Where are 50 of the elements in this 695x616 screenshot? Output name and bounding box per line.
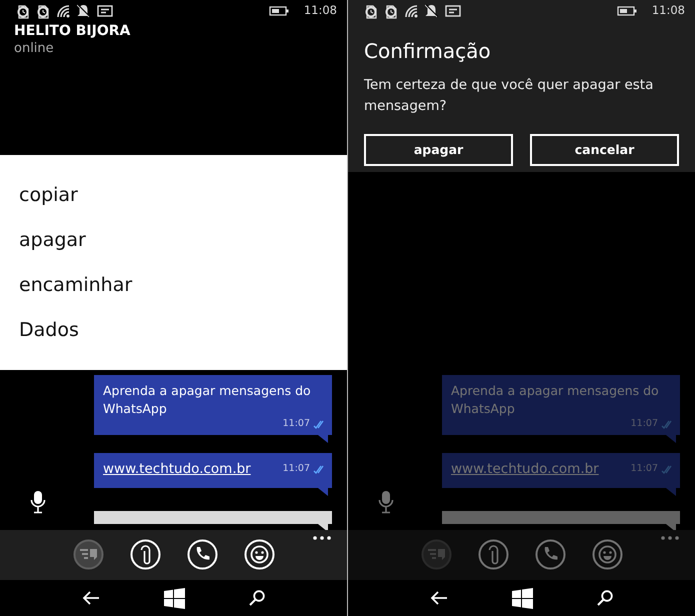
phone-icon[interactable] (186, 539, 218, 570)
windows-icon[interactable] (512, 588, 533, 608)
signal-icon (56, 4, 70, 18)
paperclip-icon[interactable] (130, 539, 160, 570)
search-icon[interactable] (597, 590, 613, 606)
double-check-icon (661, 418, 672, 428)
message-icon (445, 5, 461, 17)
delete-button[interactable]: apagar (364, 134, 513, 166)
dialog-message: Tem certeza de que você quer apagar esta mensagem? (364, 76, 654, 116)
message-time: 11:07 (630, 462, 658, 476)
back-icon[interactable] (82, 591, 100, 605)
double-check-icon (313, 418, 324, 428)
paperclip-icon[interactable] (478, 539, 508, 570)
dialog-title: Confirmação (364, 38, 492, 65)
menu-item[interactable]: copiar (0, 172, 97, 217)
sync-icon (36, 4, 49, 18)
back-icon[interactable] (430, 591, 448, 605)
double-check-icon (661, 464, 672, 474)
status-time: 11:08 (304, 2, 337, 20)
search-icon[interactable] (249, 590, 265, 606)
message-link[interactable]: www.techtudo.com.br (103, 460, 251, 478)
message-text: Aprenda a apagar mensagens do WhatsApp (451, 382, 660, 418)
microphone-icon (30, 490, 46, 514)
contact-name: HELITO BIJORA (14, 22, 132, 40)
contact-status: online (14, 40, 55, 58)
message-icon (97, 5, 113, 17)
microphone-icon (378, 490, 394, 514)
muted-bell-icon (425, 4, 438, 18)
sync-icon (364, 4, 377, 18)
battery-icon (616, 6, 637, 16)
sync-icon (16, 4, 29, 18)
double-check-icon (313, 464, 324, 474)
signal-icon (404, 4, 418, 18)
more-icon[interactable] (313, 536, 331, 540)
sync-icon (384, 4, 397, 18)
menu-item[interactable]: apagar (0, 217, 105, 262)
message-input[interactable] (94, 511, 332, 532)
menu-item[interactable]: Dados (0, 307, 98, 352)
message-text: Aprenda a apagar mensagens do WhatsApp (103, 382, 312, 418)
battery-icon (268, 6, 289, 16)
cancel-button[interactable]: cancelar (530, 134, 679, 166)
windows-icon[interactable] (164, 588, 185, 608)
message-input[interactable] (442, 511, 680, 532)
status-time: 11:08 (652, 2, 685, 20)
menu-item[interactable]: encaminhar (0, 262, 152, 307)
message-time: 11:07 (630, 418, 658, 429)
message-time: 11:07 (282, 462, 310, 476)
smiley-icon[interactable] (244, 539, 274, 570)
message-time: 11:07 (282, 418, 310, 429)
muted-bell-icon (77, 4, 90, 18)
